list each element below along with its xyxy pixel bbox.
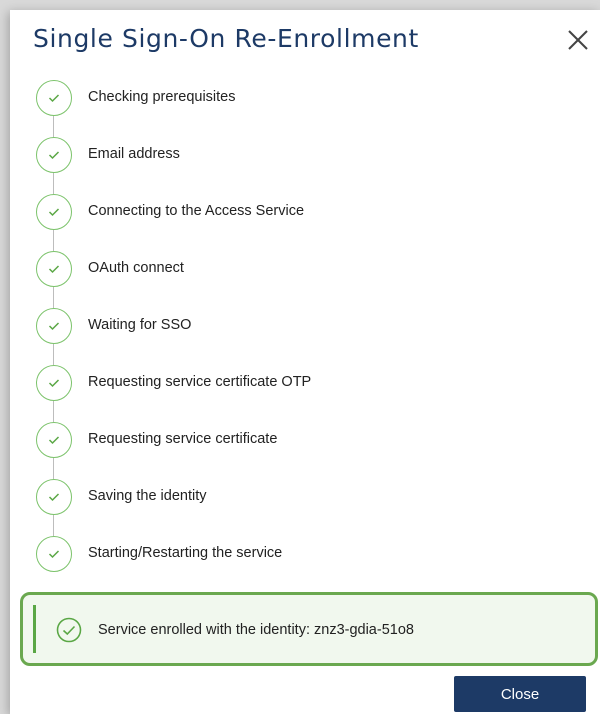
step-item: Starting/Restarting the service [10, 536, 600, 576]
check-icon [36, 251, 72, 287]
step-item: Requesting service certificate OTP [10, 365, 600, 405]
step-item: Checking prerequisites [10, 80, 600, 120]
success-notification: Service enrolled with the identity: znz3… [20, 592, 598, 666]
step-label: Email address [88, 146, 180, 162]
check-circle-icon [56, 617, 82, 648]
step-label: Waiting for SSO [88, 317, 192, 333]
step-item: Waiting for SSO [10, 308, 600, 348]
step-label: Checking prerequisites [88, 89, 236, 105]
dialog-title: Single Sign-On Re-Enrollment [33, 24, 419, 53]
step-label: Requesting service certificate OTP [88, 374, 312, 390]
step-item: OAuth connect [10, 251, 600, 291]
close-icon[interactable] [563, 25, 593, 55]
step-label: OAuth connect [88, 260, 184, 276]
check-icon [36, 137, 72, 173]
dialog-header: Single Sign-On Re-Enrollment [10, 10, 600, 70]
check-icon [36, 308, 72, 344]
step-item: Saving the identity [10, 479, 600, 519]
check-icon [36, 365, 72, 401]
sso-reenrollment-dialog: Single Sign-On Re-Enrollment Checking pr… [10, 10, 600, 714]
check-icon [36, 422, 72, 458]
check-icon [36, 194, 72, 230]
step-item: Connecting to the Access Service [10, 194, 600, 234]
check-icon [36, 536, 72, 572]
close-button[interactable]: Close [454, 676, 586, 712]
step-label: Requesting service certificate [88, 431, 278, 447]
success-accent-bar [33, 605, 36, 653]
success-message: Service enrolled with the identity: znz3… [98, 622, 414, 638]
step-label: Saving the identity [88, 488, 207, 504]
step-item: Email address [10, 137, 600, 177]
step-label: Connecting to the Access Service [88, 203, 305, 219]
check-icon [36, 479, 72, 515]
step-label: Starting/Restarting the service [88, 545, 283, 561]
step-item: Requesting service certificate [10, 422, 600, 462]
check-icon [36, 80, 72, 116]
